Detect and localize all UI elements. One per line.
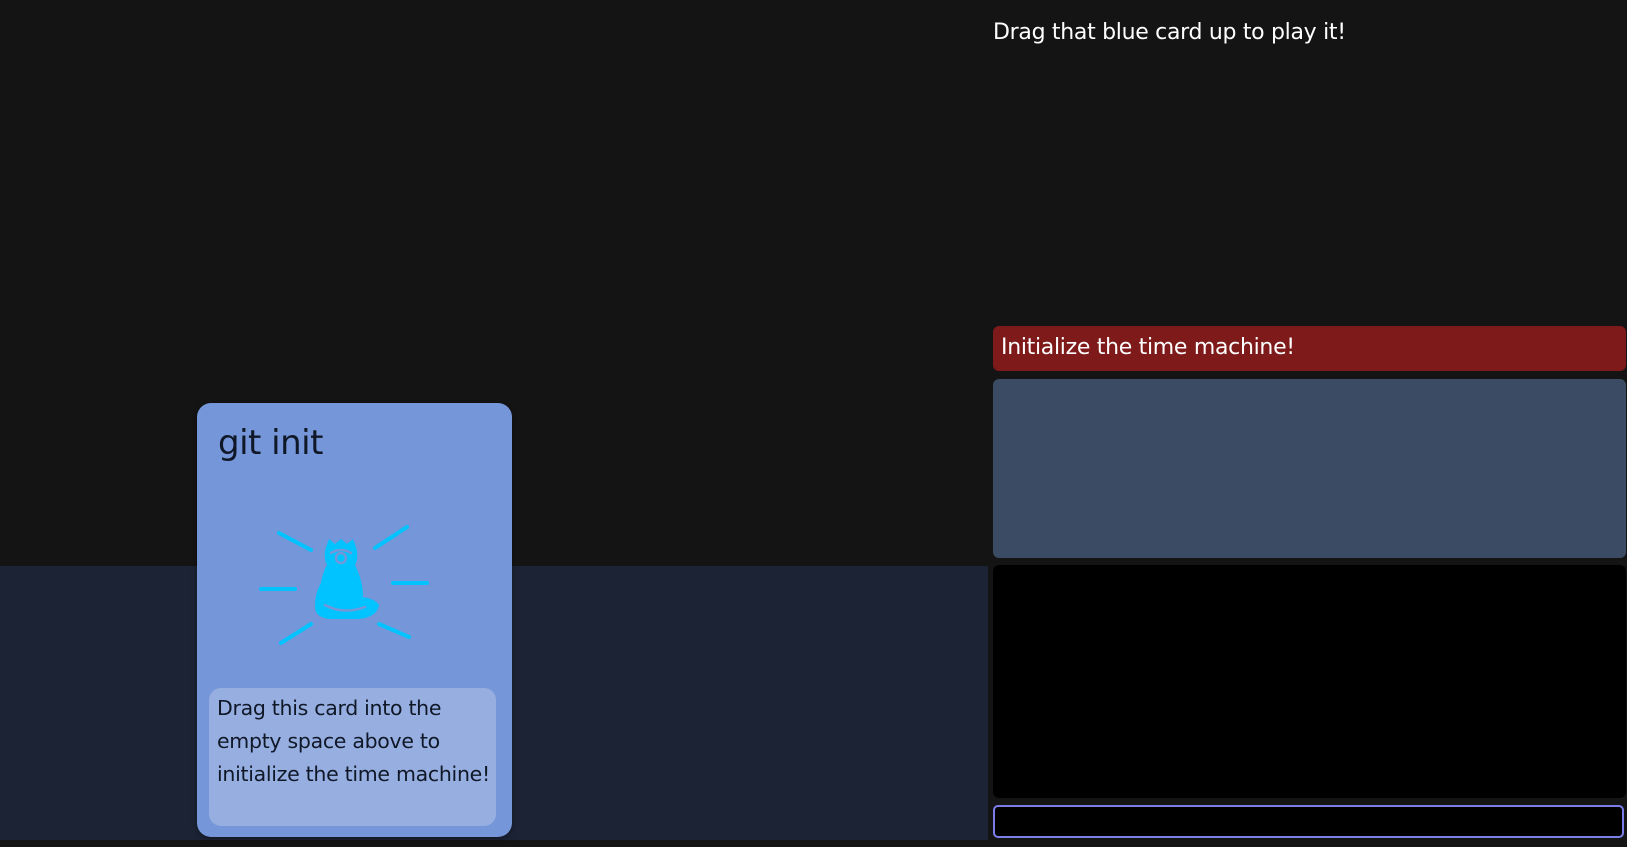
card-description: Drag this card into the empty space abov… [217, 696, 490, 786]
card-title: git init [218, 423, 323, 463]
level-banner: Initialize the time machine! [993, 326, 1626, 371]
game-screen: git init Drag this card into the empty s… [0, 0, 1627, 847]
time-machine-icon [259, 525, 429, 645]
terminal-output [993, 565, 1626, 798]
card-description-box: Drag this card into the empty space abov… [209, 688, 496, 826]
card-git-init[interactable]: git init Drag this card into the empty s… [197, 403, 512, 837]
status-panel [993, 379, 1626, 558]
command-input[interactable] [993, 805, 1624, 838]
hint-text: Drag that blue card up to play it! [993, 20, 1346, 45]
level-title: Initialize the time machine! [1001, 335, 1295, 360]
side-panel: Drag that blue card up to play it! Initi… [988, 0, 1627, 847]
